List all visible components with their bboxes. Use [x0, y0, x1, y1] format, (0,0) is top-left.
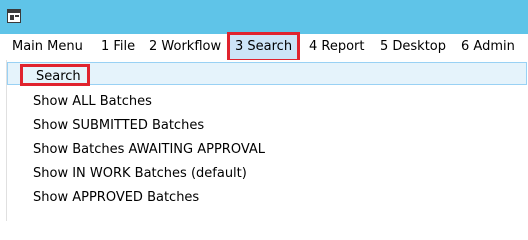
- menu-file[interactable]: 1 File: [101, 34, 135, 60]
- app-window: Main Menu 1 File 2 Workflow 3 Search 4 R…: [0, 0, 528, 221]
- menu-workflow[interactable]: 2 Workflow: [149, 34, 221, 60]
- menu-search[interactable]: 3 Search: [226, 32, 301, 62]
- menu-desktop[interactable]: 5 Desktop: [380, 34, 446, 60]
- dropdown-item-show-all[interactable]: Show ALL Batches: [7, 90, 152, 113]
- dropdown-item-show-approved[interactable]: Show APPROVED Batches: [7, 186, 199, 209]
- dropdown-item-show-awaiting-approval[interactable]: Show Batches AWAITING APPROVAL: [7, 138, 265, 161]
- search-dropdown-menu: Search Show ALL Batches Show SUBMITTED B…: [6, 60, 528, 221]
- menu-report[interactable]: 4 Report: [309, 34, 365, 60]
- dropdown-item-search-label: Search: [20, 64, 90, 86]
- title-bar: [0, 0, 528, 34]
- app-icon[interactable]: [7, 9, 21, 23]
- dropdown-item-show-in-work[interactable]: Show IN WORK Batches (default): [7, 162, 247, 185]
- dropdown-item-search[interactable]: Search: [7, 62, 527, 86]
- menu-main-menu[interactable]: Main Menu: [12, 34, 83, 60]
- menu-admin[interactable]: 6 Admin: [461, 34, 515, 60]
- menu-bar: Main Menu 1 File 2 Workflow 3 Search 4 R…: [0, 32, 528, 62]
- dropdown-item-show-submitted[interactable]: Show SUBMITTED Batches: [7, 114, 204, 137]
